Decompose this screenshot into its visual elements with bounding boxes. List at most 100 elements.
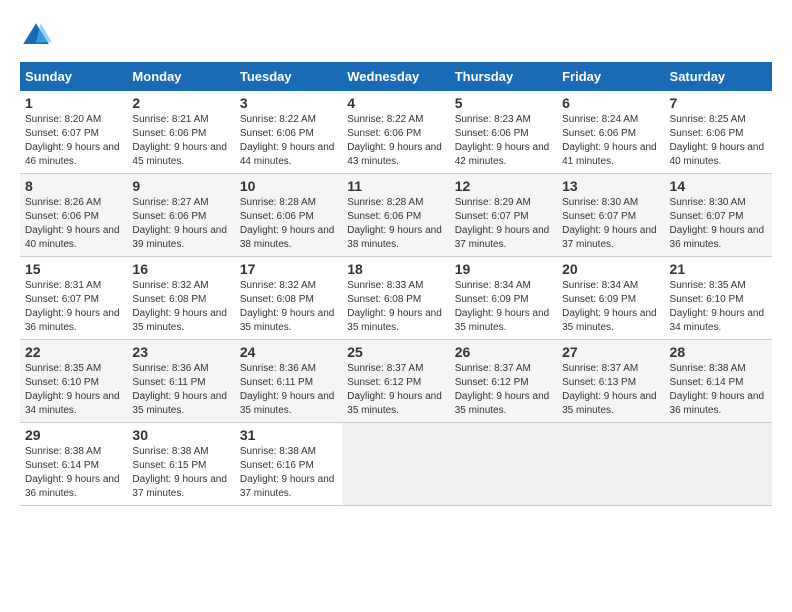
weekday-header-tuesday: Tuesday [235, 62, 342, 91]
day-info: Sunrise: 8:37 AMSunset: 6:12 PMDaylight:… [347, 363, 442, 416]
day-number: 3 [240, 95, 337, 111]
weekday-header-saturday: Saturday [665, 62, 772, 91]
calendar-cell: 10 Sunrise: 8:28 AMSunset: 6:06 PMDayligh… [235, 174, 342, 257]
day-number: 19 [455, 261, 552, 277]
day-number: 29 [25, 427, 122, 443]
weekday-header-wednesday: Wednesday [342, 62, 449, 91]
day-number: 10 [240, 178, 337, 194]
calendar-cell [665, 423, 772, 506]
calendar-cell [450, 423, 557, 506]
calendar-week-row: 15 Sunrise: 8:31 AMSunset: 6:07 PMDayligh… [20, 257, 772, 340]
calendar-cell: 3Sunrise: 8:22 AMSunset: 6:06 PMDaylight… [235, 91, 342, 174]
day-info: Sunrise: 8:21 AMSunset: 6:06 PMDaylight:… [132, 114, 227, 167]
day-number: 27 [562, 344, 659, 360]
day-number: 20 [562, 261, 659, 277]
day-number: 13 [562, 178, 659, 194]
calendar-cell: 9Sunrise: 8:27 AMSunset: 6:06 PMDaylight… [127, 174, 234, 257]
calendar-cell: 17 Sunrise: 8:32 AMSunset: 6:08 PMDayligh… [235, 257, 342, 340]
calendar-cell [342, 423, 449, 506]
day-info: Sunrise: 8:35 AMSunset: 6:10 PMDaylight:… [25, 363, 120, 416]
day-info: Sunrise: 8:28 AMSunset: 6:06 PMDaylight:… [347, 197, 442, 250]
day-info: Sunrise: 8:38 AMSunset: 6:15 PMDaylight:… [132, 446, 227, 499]
day-info: Sunrise: 8:37 AMSunset: 6:12 PMDaylight:… [455, 363, 550, 416]
calendar-week-row: 8 Sunrise: 8:26 AMSunset: 6:06 PMDaylight… [20, 174, 772, 257]
day-info: Sunrise: 8:36 AMSunset: 6:11 PMDaylight:… [240, 363, 335, 416]
day-info: Sunrise: 8:37 AMSunset: 6:13 PMDaylight:… [562, 363, 657, 416]
calendar-header: SundayMondayTuesdayWednesdayThursdayFrid… [20, 62, 772, 91]
logo-icon [20, 20, 52, 52]
calendar-cell: 11 Sunrise: 8:28 AMSunset: 6:06 PMDayligh… [342, 174, 449, 257]
calendar-cell: 18Sunrise: 8:33 AMSunset: 6:08 PMDayligh… [342, 257, 449, 340]
day-number: 23 [132, 344, 229, 360]
calendar-cell: 16 Sunrise: 8:32 AMSunset: 6:08 PMDayligh… [127, 257, 234, 340]
calendar-cell: 7 Sunrise: 8:25 AMSunset: 6:06 PMDaylight… [665, 91, 772, 174]
calendar-cell: 13Sunrise: 8:30 AMSunset: 6:07 PMDayligh… [557, 174, 664, 257]
calendar-cell: 15 Sunrise: 8:31 AMSunset: 6:07 PMDayligh… [20, 257, 127, 340]
day-number: 22 [25, 344, 122, 360]
day-number: 15 [25, 261, 122, 277]
day-info: Sunrise: 8:31 AMSunset: 6:07 PMDaylight:… [25, 280, 120, 333]
weekday-header-row: SundayMondayTuesdayWednesdayThursdayFrid… [20, 62, 772, 91]
day-info: Sunrise: 8:38 AMSunset: 6:16 PMDaylight:… [240, 446, 335, 499]
day-number: 17 [240, 261, 337, 277]
calendar-week-row: 22 Sunrise: 8:35 AMSunset: 6:10 PMDayligh… [20, 340, 772, 423]
day-info: Sunrise: 8:22 AMSunset: 6:06 PMDaylight:… [347, 114, 442, 167]
day-number: 28 [670, 344, 767, 360]
calendar-cell: 22 Sunrise: 8:35 AMSunset: 6:10 PMDayligh… [20, 340, 127, 423]
weekday-header-monday: Monday [127, 62, 234, 91]
day-info: Sunrise: 8:32 AMSunset: 6:08 PMDaylight:… [132, 280, 227, 333]
logo [20, 20, 56, 52]
calendar-cell: 29 Sunrise: 8:38 AMSunset: 6:14 PMDayligh… [20, 423, 127, 506]
calendar-cell: 12Sunrise: 8:29 AMSunset: 6:07 PMDayligh… [450, 174, 557, 257]
day-number: 16 [132, 261, 229, 277]
day-number: 8 [25, 178, 122, 194]
calendar-body: 1Sunrise: 8:20 AMSunset: 6:07 PMDaylight… [20, 91, 772, 506]
day-info: Sunrise: 8:24 AMSunset: 6:06 PMDaylight:… [562, 114, 657, 167]
day-info: Sunrise: 8:20 AMSunset: 6:07 PMDaylight:… [25, 114, 120, 167]
calendar-cell: 23Sunrise: 8:36 AMSunset: 6:11 PMDayligh… [127, 340, 234, 423]
day-number: 21 [670, 261, 767, 277]
day-info: Sunrise: 8:38 AMSunset: 6:14 PMDaylight:… [670, 363, 765, 416]
calendar-cell: 31 Sunrise: 8:38 AMSunset: 6:16 PMDayligh… [235, 423, 342, 506]
calendar-cell: 4 Sunrise: 8:22 AMSunset: 6:06 PMDaylight… [342, 91, 449, 174]
calendar-cell: 20 Sunrise: 8:34 AMSunset: 6:09 PMDayligh… [557, 257, 664, 340]
calendar-cell: 30 Sunrise: 8:38 AMSunset: 6:15 PMDayligh… [127, 423, 234, 506]
day-number: 4 [347, 95, 444, 111]
calendar-cell: 14 Sunrise: 8:30 AMSunset: 6:07 PMDayligh… [665, 174, 772, 257]
calendar-cell: 6Sunrise: 8:24 AMSunset: 6:06 PMDaylight… [557, 91, 664, 174]
day-number: 14 [670, 178, 767, 194]
calendar-cell: 28 Sunrise: 8:38 AMSunset: 6:14 PMDayligh… [665, 340, 772, 423]
calendar-cell: 8 Sunrise: 8:26 AMSunset: 6:06 PMDaylight… [20, 174, 127, 257]
day-info: Sunrise: 8:34 AMSunset: 6:09 PMDaylight:… [562, 280, 657, 333]
calendar-cell: 5Sunrise: 8:23 AMSunset: 6:06 PMDaylight… [450, 91, 557, 174]
day-info: Sunrise: 8:23 AMSunset: 6:06 PMDaylight:… [455, 114, 550, 167]
day-info: Sunrise: 8:26 AMSunset: 6:06 PMDaylight:… [25, 197, 120, 250]
calendar-cell: 24 Sunrise: 8:36 AMSunset: 6:11 PMDayligh… [235, 340, 342, 423]
day-number: 11 [347, 178, 444, 194]
day-info: Sunrise: 8:29 AMSunset: 6:07 PMDaylight:… [455, 197, 550, 250]
calendar-cell: 21 Sunrise: 8:35 AMSunset: 6:10 PMDayligh… [665, 257, 772, 340]
day-number: 31 [240, 427, 337, 443]
day-number: 30 [132, 427, 229, 443]
day-info: Sunrise: 8:34 AMSunset: 6:09 PMDaylight:… [455, 280, 550, 333]
day-info: Sunrise: 8:28 AMSunset: 6:06 PMDaylight:… [240, 197, 335, 250]
day-info: Sunrise: 8:30 AMSunset: 6:07 PMDaylight:… [670, 197, 765, 250]
calendar-cell: 2Sunrise: 8:21 AMSunset: 6:06 PMDaylight… [127, 91, 234, 174]
calendar-table: SundayMondayTuesdayWednesdayThursdayFrid… [20, 62, 772, 506]
day-number: 24 [240, 344, 337, 360]
calendar-week-row: 1Sunrise: 8:20 AMSunset: 6:07 PMDaylight… [20, 91, 772, 174]
calendar-cell: 19 Sunrise: 8:34 AMSunset: 6:09 PMDayligh… [450, 257, 557, 340]
day-info: Sunrise: 8:32 AMSunset: 6:08 PMDaylight:… [240, 280, 335, 333]
day-info: Sunrise: 8:33 AMSunset: 6:08 PMDaylight:… [347, 280, 442, 333]
day-info: Sunrise: 8:38 AMSunset: 6:14 PMDaylight:… [25, 446, 120, 499]
page-header [20, 20, 772, 52]
calendar-cell: 25Sunrise: 8:37 AMSunset: 6:12 PMDayligh… [342, 340, 449, 423]
day-number: 7 [670, 95, 767, 111]
day-info: Sunrise: 8:35 AMSunset: 6:10 PMDaylight:… [670, 280, 765, 333]
calendar-cell: 1Sunrise: 8:20 AMSunset: 6:07 PMDaylight… [20, 91, 127, 174]
day-info: Sunrise: 8:25 AMSunset: 6:06 PMDaylight:… [670, 114, 765, 167]
calendar-cell [557, 423, 664, 506]
day-number: 9 [132, 178, 229, 194]
day-number: 26 [455, 344, 552, 360]
calendar-cell: 26 Sunrise: 8:37 AMSunset: 6:12 PMDayligh… [450, 340, 557, 423]
